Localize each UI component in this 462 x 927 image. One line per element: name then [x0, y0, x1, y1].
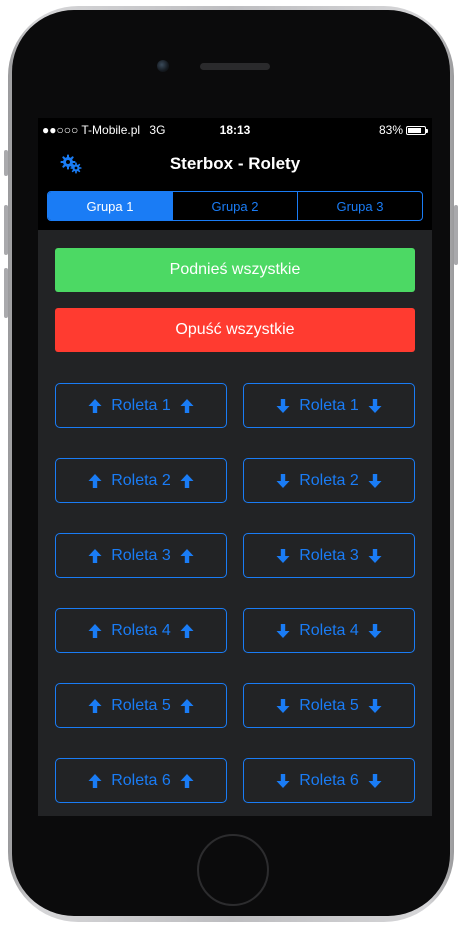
roller-label: Roleta 1 [299, 396, 359, 414]
arrow-down-icon [368, 698, 382, 713]
volume-down-button [4, 268, 8, 318]
arrow-up-icon [180, 398, 194, 413]
roller-6-up-button[interactable]: Roleta 6 [55, 758, 227, 803]
arrow-up-icon [180, 623, 194, 638]
roller-3-down-button[interactable]: Roleta 3 [243, 533, 415, 578]
roller-1-up-button[interactable]: Roleta 1 [55, 383, 227, 428]
arrow-down-icon [368, 773, 382, 788]
tab-grupa-3[interactable]: Grupa 3 [297, 192, 422, 220]
roller-5-down-button[interactable]: Roleta 5 [243, 683, 415, 728]
roller-label: Roleta 3 [111, 546, 171, 564]
roller-2-down-button[interactable]: Roleta 2 [243, 458, 415, 503]
roller-label: Roleta 1 [111, 396, 171, 414]
roller-6-down-button[interactable]: Roleta 6 [243, 758, 415, 803]
arrow-down-icon [276, 623, 290, 638]
roller-3-up-button[interactable]: Roleta 3 [55, 533, 227, 578]
arrow-up-icon [88, 398, 102, 413]
arrow-up-icon [88, 623, 102, 638]
tab-grupa-1[interactable]: Grupa 1 [48, 192, 172, 220]
roller-1-down-button[interactable]: Roleta 1 [243, 383, 415, 428]
roller-5-up-button[interactable]: Roleta 5 [55, 683, 227, 728]
roller-label: Roleta 6 [111, 771, 171, 789]
arrow-down-icon [276, 548, 290, 563]
raise-all-button[interactable]: Podnieś wszystkie [55, 248, 415, 292]
volume-up-button [4, 205, 8, 255]
arrow-up-icon [180, 473, 194, 488]
roller-label: Roleta 4 [111, 621, 171, 639]
arrow-down-icon [368, 473, 382, 488]
roller-4-down-button[interactable]: Roleta 4 [243, 608, 415, 653]
roller-label: Roleta 5 [299, 696, 359, 714]
battery-icon [406, 125, 428, 135]
mute-switch [4, 150, 8, 176]
arrow-down-icon [276, 398, 290, 413]
arrow-up-icon [88, 773, 102, 788]
roller-4-up-button[interactable]: Roleta 4 [55, 608, 227, 653]
front-camera [157, 60, 169, 72]
roller-label: Roleta 2 [299, 471, 359, 489]
battery-status: 83% [378, 123, 428, 137]
home-button[interactable] [197, 834, 269, 906]
power-button [454, 205, 458, 265]
tab-grupa-2[interactable]: Grupa 2 [172, 192, 297, 220]
group-tabs-container: Grupa 1 Grupa 2 Grupa 3 [38, 184, 432, 230]
arrow-down-icon [276, 473, 290, 488]
roller-2-up-button[interactable]: Roleta 2 [55, 458, 227, 503]
roller-label: Roleta 5 [111, 696, 171, 714]
roller-label: Roleta 2 [111, 471, 171, 489]
roller-label: Roleta 4 [299, 621, 359, 639]
arrow-up-icon [88, 548, 102, 563]
arrow-down-icon [276, 773, 290, 788]
arrow-down-icon [368, 548, 382, 563]
status-bar: ●●○○○ T-Mobile.pl 3G 18:13 83% [38, 118, 432, 142]
arrow-up-icon [88, 473, 102, 488]
page-title: Sterbox - Rolety [169, 154, 301, 173]
arrow-up-icon [88, 698, 102, 713]
clock: 18:13 [219, 123, 251, 137]
roller-label: Roleta 6 [299, 771, 359, 789]
arrow-down-icon [368, 398, 382, 413]
arrow-down-icon [276, 698, 290, 713]
navigation-bar: Sterbox - Rolety [38, 142, 432, 184]
app-screen: ●●○○○ T-Mobile.pl 3G 18:13 83% Sterbox -… [38, 118, 432, 816]
arrow-down-icon [368, 623, 382, 638]
arrow-up-icon [180, 548, 194, 563]
group-segmented-control: Grupa 1 Grupa 2 Grupa 3 [47, 191, 423, 221]
arrow-up-icon [180, 698, 194, 713]
battery-percent: 83% [378, 123, 403, 137]
earpiece-speaker [200, 63, 270, 70]
roller-label: Roleta 3 [299, 546, 359, 564]
lower-all-button[interactable]: Opuść wszystkie [55, 308, 415, 352]
arrow-up-icon [180, 773, 194, 788]
